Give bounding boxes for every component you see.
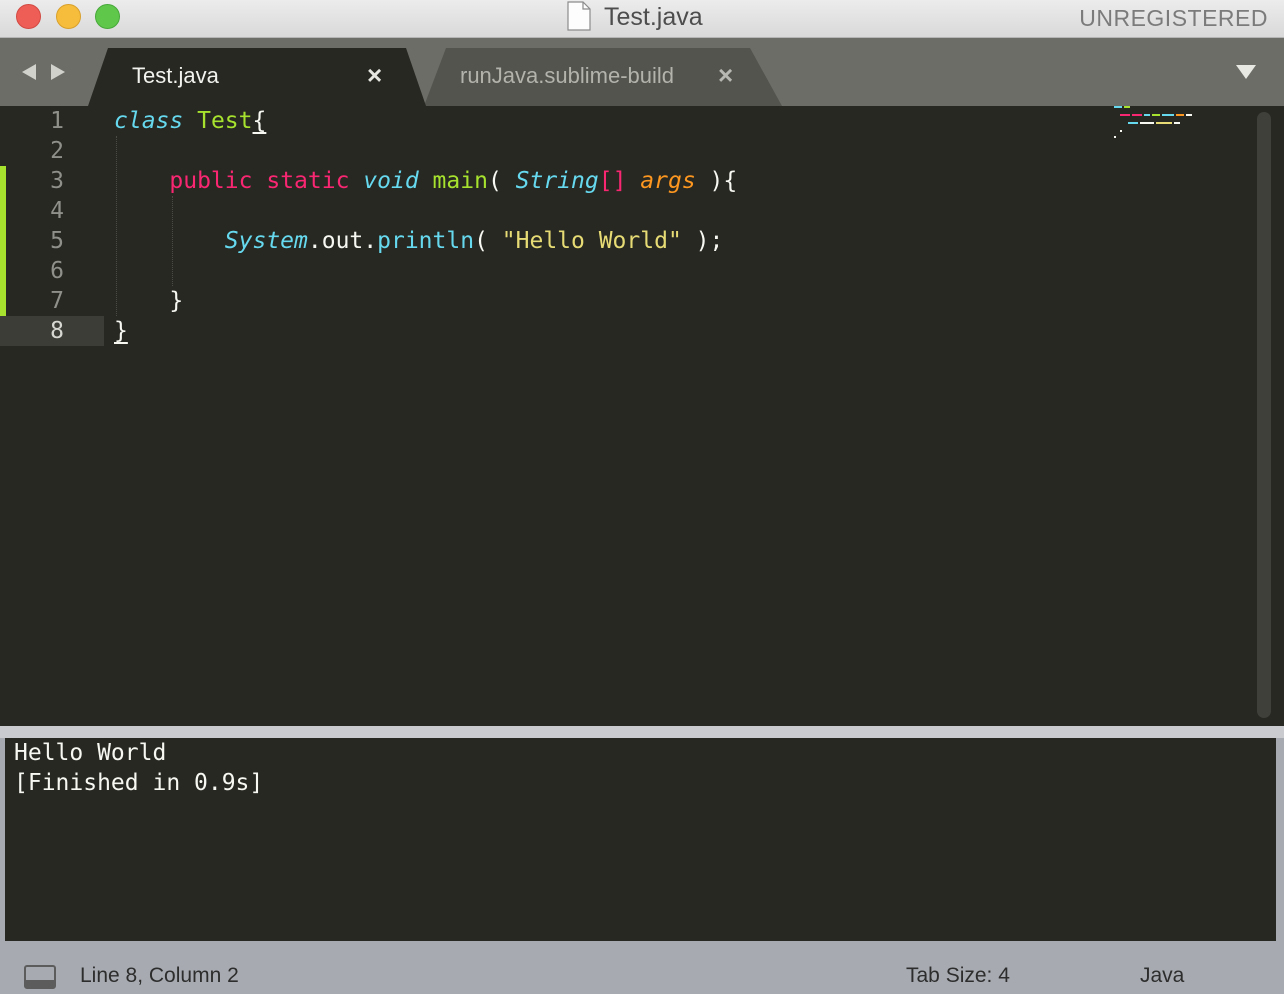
code-line-1: class Test{: [114, 108, 267, 134]
window-title: Test.java: [604, 3, 703, 31]
line-number: 2: [50, 138, 64, 164]
document-icon: [567, 1, 591, 31]
build-output-panel[interactable]: Hello World [Finished in 0.9s]: [5, 738, 1276, 941]
line-number: 4: [50, 198, 64, 224]
line-number-current: 8: [0, 316, 104, 346]
code-line-8: }: [114, 318, 128, 344]
window-titlebar: Test.java UNREGISTERED: [0, 0, 1284, 38]
syntax-selector[interactable]: Java: [1140, 964, 1184, 988]
tab-runjava-build[interactable]: runJava.sublime-build ×: [424, 48, 784, 106]
tab-close-icon[interactable]: ×: [718, 60, 733, 91]
code-line-5: System.out.println( "Hello World" );: [224, 228, 724, 254]
tab-label: Test.java: [132, 63, 219, 88]
output-line: [Finished in 0.9s]: [14, 770, 264, 796]
panel-splitter[interactable]: [0, 726, 1284, 738]
line-number: 7: [50, 288, 64, 314]
window-close-button[interactable]: [16, 4, 41, 29]
code-editor[interactable]: 1 2 3 4 5 6 7 8 class Test{ public stati…: [0, 106, 1284, 726]
nav-back-icon[interactable]: [20, 62, 38, 82]
unregistered-label: UNREGISTERED: [1079, 5, 1268, 31]
minimap[interactable]: [1114, 106, 1244, 146]
output-line: Hello World: [14, 740, 167, 766]
line-number: 3: [50, 168, 64, 194]
cursor-position[interactable]: Line 8, Column 2: [80, 964, 239, 988]
tab-menu-icon[interactable]: [1235, 64, 1257, 80]
line-number: 6: [50, 258, 64, 284]
tab-close-icon[interactable]: ×: [367, 60, 382, 91]
nav-forward-icon[interactable]: [49, 62, 67, 82]
line-number: 5: [50, 228, 64, 254]
code-line-3: public static void main( String[] args )…: [169, 168, 738, 194]
line-number: 1: [50, 108, 64, 134]
window-zoom-button[interactable]: [95, 4, 120, 29]
tab-size-selector[interactable]: Tab Size: 4: [906, 964, 1010, 988]
code-line-7: }: [169, 288, 184, 314]
window-minimize-button[interactable]: [56, 4, 81, 29]
panel-toggle-icon[interactable]: [24, 965, 56, 989]
editor-scrollbar[interactable]: [1257, 112, 1271, 718]
tab-test-java[interactable]: Test.java ×: [88, 48, 428, 106]
tab-label: runJava.sublime-build: [460, 63, 674, 88]
